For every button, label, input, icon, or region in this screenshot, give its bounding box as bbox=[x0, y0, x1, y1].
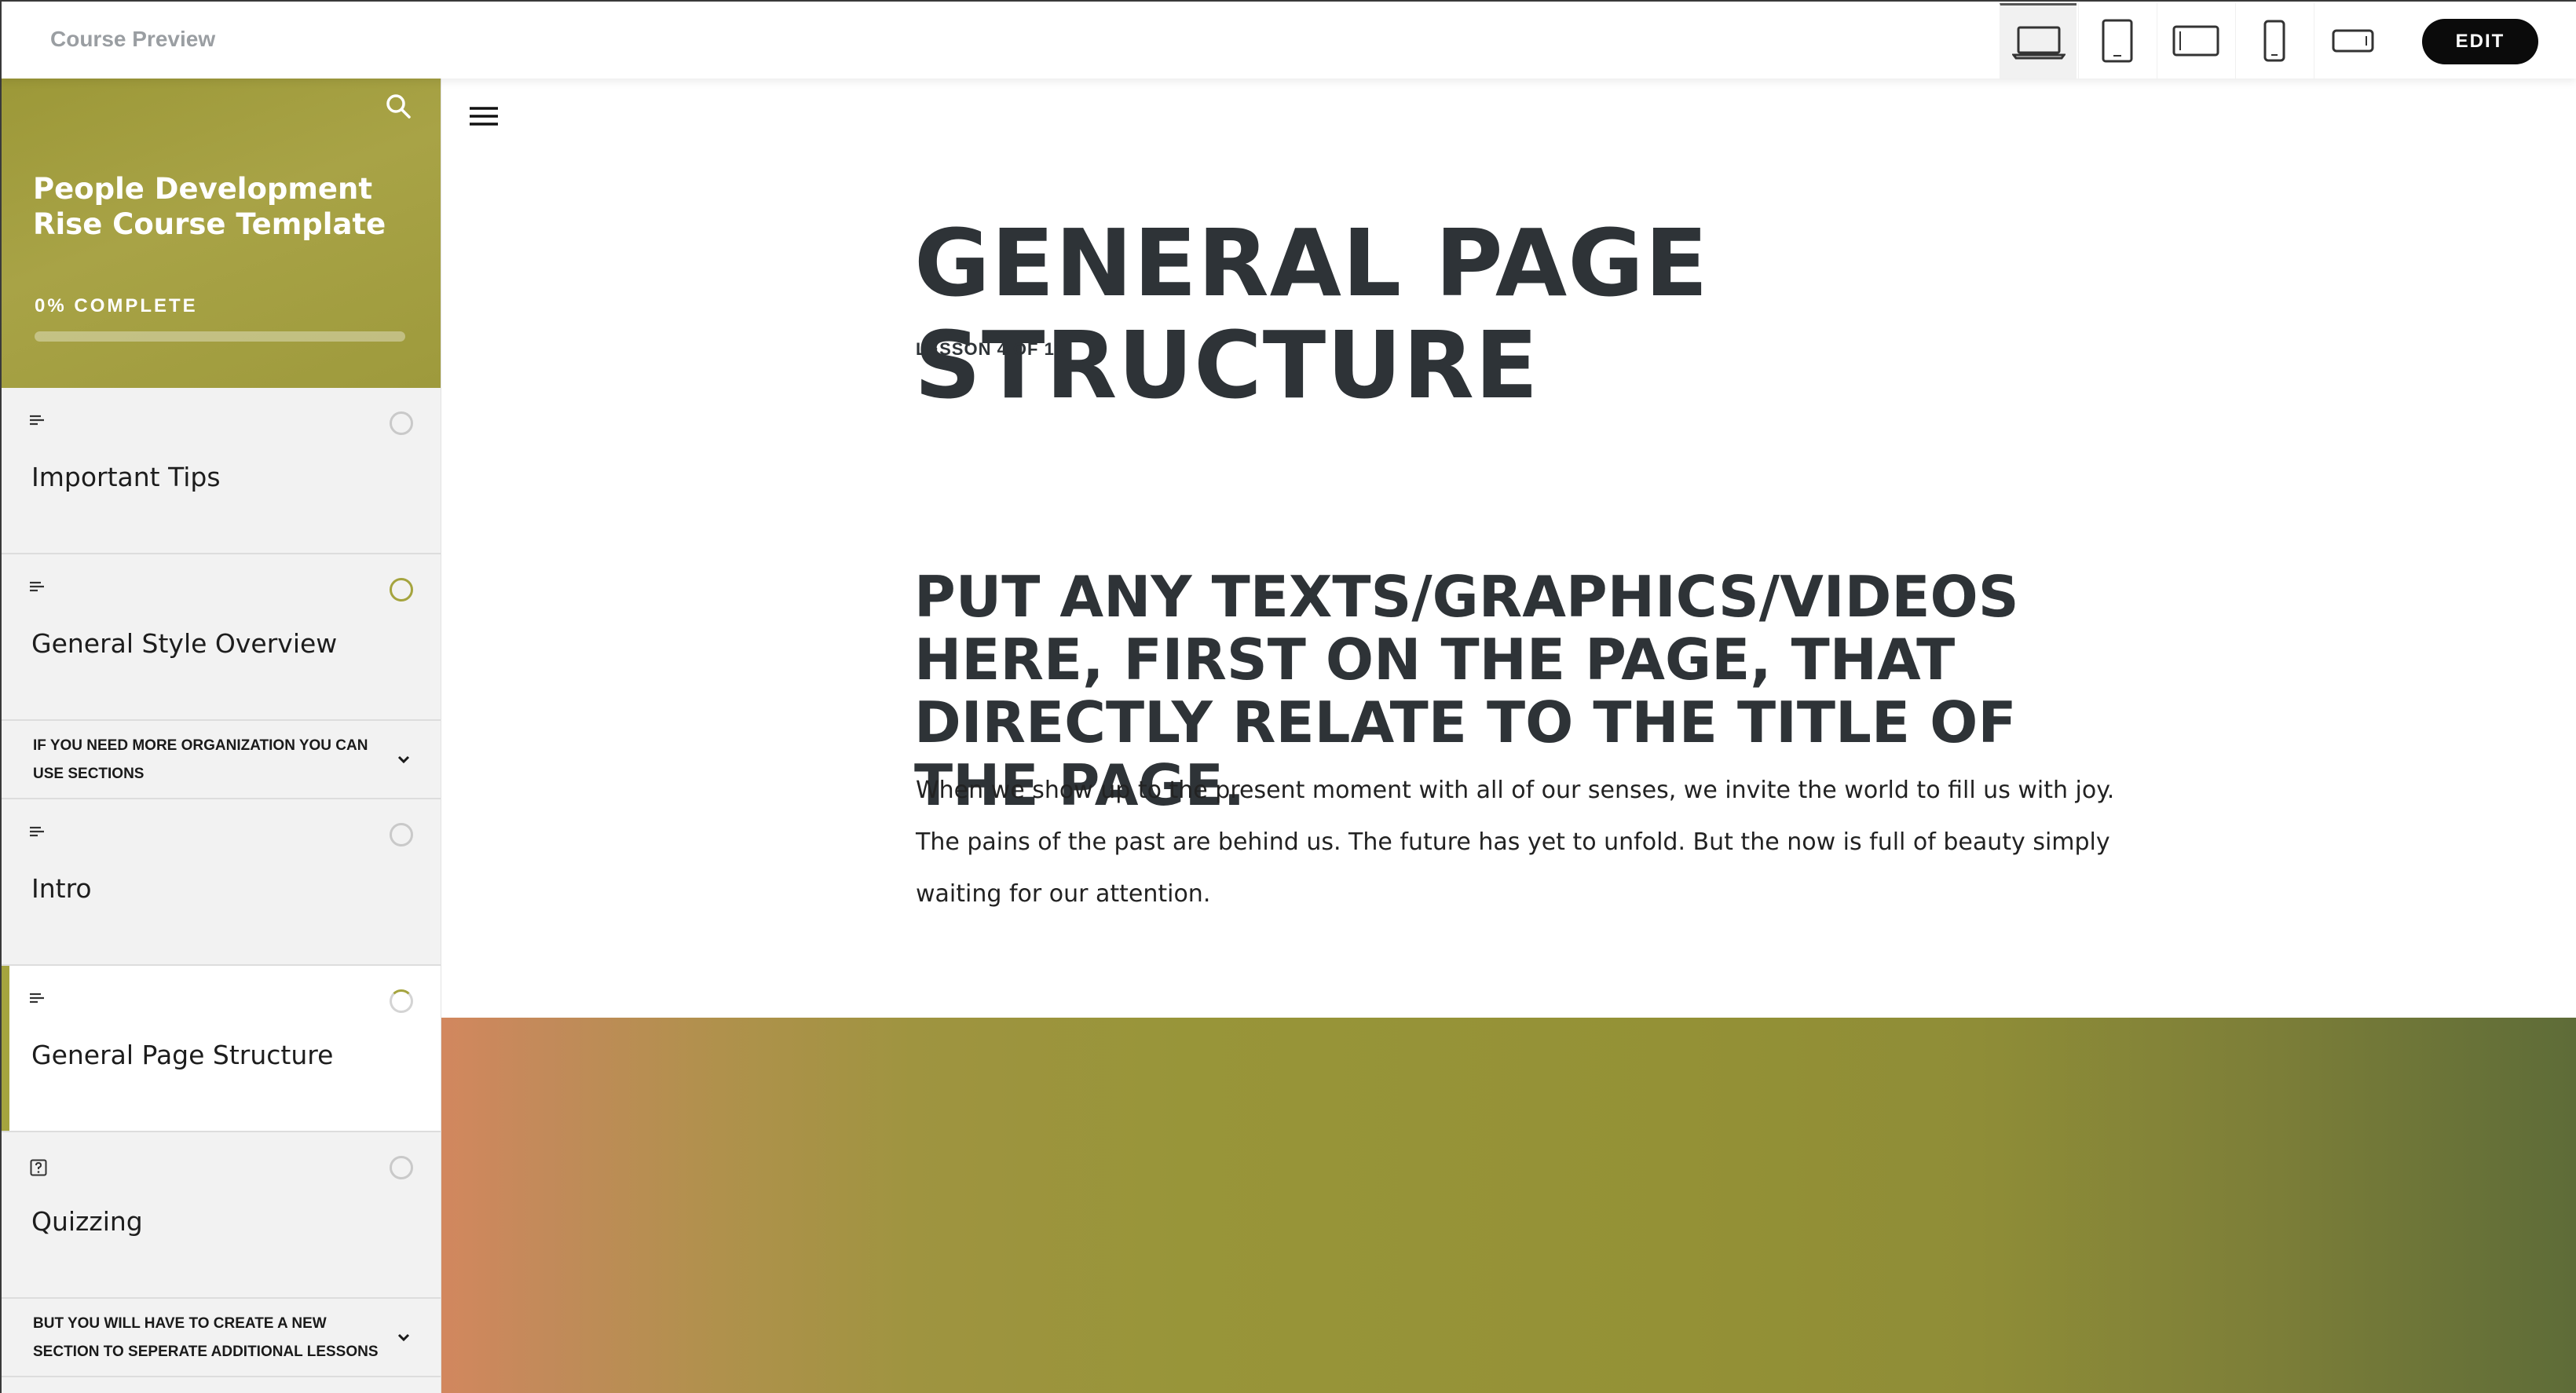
sidebar-header: People Development Rise Course Template … bbox=[2, 79, 441, 388]
status-circle-icon bbox=[390, 1156, 413, 1179]
status-circle-icon bbox=[390, 411, 413, 435]
sidebar-item-intro[interactable]: Intro bbox=[2, 799, 441, 966]
top-bar: Course Preview EDIT bbox=[0, 0, 2576, 79]
text-lines-icon bbox=[30, 415, 44, 426]
status-partial-icon bbox=[390, 989, 413, 1013]
tablet-landscape-icon bbox=[2172, 25, 2219, 57]
device-tablet-landscape-button[interactable] bbox=[2157, 3, 2234, 79]
chevron-down-icon bbox=[397, 1333, 410, 1342]
tablet-portrait-icon bbox=[2102, 19, 2132, 63]
sidebar-item-quizzing[interactable]: Quizzing bbox=[2, 1132, 441, 1299]
device-laptop-button[interactable] bbox=[2000, 3, 2077, 79]
sidebar-section-organization[interactable]: IF YOU NEED MORE ORGANIZATION YOU CAN US… bbox=[2, 721, 441, 799]
search-button[interactable] bbox=[385, 93, 412, 123]
sidebar-item-label: General Style Overview bbox=[31, 628, 338, 659]
quiz-icon bbox=[30, 1159, 47, 1176]
laptop-icon bbox=[2011, 26, 2066, 59]
text-lines-icon bbox=[30, 581, 44, 592]
text-lines-icon bbox=[30, 993, 44, 1004]
device-phone-landscape-button[interactable] bbox=[2314, 3, 2391, 79]
edit-button[interactable]: EDIT bbox=[2422, 19, 2538, 64]
chevron-down-icon bbox=[397, 755, 410, 764]
sidebar-item-label: Intro bbox=[31, 873, 92, 904]
preview-title: Course Preview bbox=[50, 27, 216, 51]
search-icon bbox=[386, 94, 411, 119]
phone-portrait-icon bbox=[2263, 20, 2285, 62]
section-label: BUT YOU WILL HAVE TO CREATE A NEW SECTIO… bbox=[33, 1315, 379, 1360]
device-phone-portrait-button[interactable] bbox=[2235, 3, 2312, 79]
gradient-banner-image bbox=[441, 1018, 2576, 1393]
sidebar-item-label: General Page Structure bbox=[31, 1040, 334, 1070]
device-tablet-portrait-button[interactable] bbox=[2078, 3, 2155, 79]
section-label: IF YOU NEED MORE ORGANIZATION YOU CAN US… bbox=[33, 737, 368, 782]
page-title: GENERAL PAGE STRUCTURE bbox=[914, 209, 1709, 419]
hamburger-menu-icon bbox=[470, 107, 498, 126]
sidebar-item-general-style-overview[interactable]: General Style Overview bbox=[2, 554, 441, 721]
progress-label: 0% COMPLETE bbox=[35, 295, 198, 316]
sidebar-item-general-page-structure[interactable]: General Page Structure bbox=[2, 966, 441, 1132]
content-paragraph: When we show up to the present moment wi… bbox=[916, 777, 2115, 908]
status-circle-icon bbox=[390, 823, 413, 846]
menu-toggle-button[interactable] bbox=[467, 102, 501, 134]
course-sidebar: People Development Rise Course Template … bbox=[0, 79, 441, 1393]
phone-landscape-icon bbox=[2332, 29, 2373, 53]
lesson-content: GENERAL PAGE STRUCTURE LESSON 4 OF 11 PU… bbox=[441, 79, 2576, 1393]
lesson-counter: LESSON 4 OF 11 bbox=[916, 339, 1064, 359]
progress-bar bbox=[35, 331, 405, 342]
course-title: People Development Rise Course Template bbox=[33, 172, 386, 241]
status-in-progress-icon bbox=[390, 578, 413, 601]
sidebar-section-additional-lessons[interactable]: BUT YOU WILL HAVE TO CREATE A NEW SECTIO… bbox=[2, 1299, 441, 1377]
sidebar-item-label: Important Tips bbox=[31, 462, 221, 492]
sidebar-item-label: Quizzing bbox=[31, 1206, 143, 1237]
sidebar-item-important-tips[interactable]: Important Tips bbox=[2, 388, 441, 554]
text-lines-icon bbox=[30, 826, 44, 837]
